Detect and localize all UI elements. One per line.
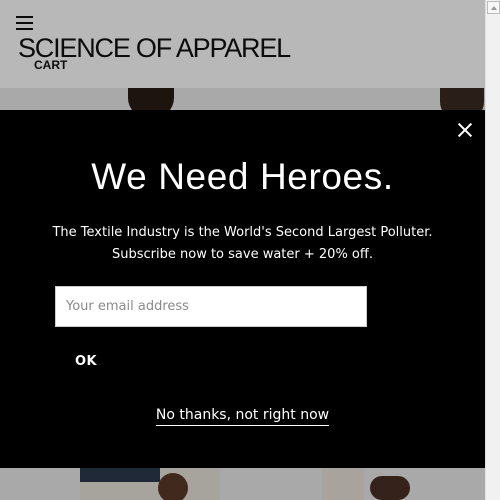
popup-subtitle-1: The Textile Industry is the World's Seco…: [52, 225, 433, 240]
dismiss-container: No thanks, not right now: [0, 407, 485, 426]
popup-headline: We Need Heroes.: [91, 156, 394, 197]
no-thanks-link[interactable]: No thanks, not right now: [155, 407, 330, 426]
ok-button[interactable]: OK: [55, 346, 117, 376]
newsletter-popup: We Need Heroes. The Textile Industry is …: [0, 110, 485, 468]
popup-subtitle-2: Subscribe now to save water + 20% off.: [112, 247, 373, 262]
close-icon[interactable]: [457, 122, 473, 138]
email-field[interactable]: [55, 286, 367, 327]
vertical-scrollbar[interactable]: [485, 0, 500, 500]
scroll-up-arrow-icon[interactable]: [487, 1, 500, 14]
